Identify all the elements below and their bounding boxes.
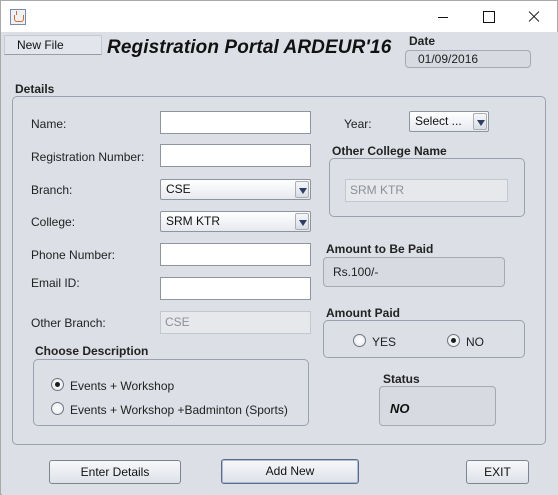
option-events-workshop-badminton-radio[interactable] [51,402,64,415]
regno-field[interactable] [160,144,311,167]
college-select[interactable]: SRM KTR [160,211,311,232]
page-title: Registration Portal ARDEUR'16 [107,37,392,58]
choose-description-label: Choose Description [35,344,149,358]
amount-paid-no-label[interactable]: NO [466,335,484,349]
amount-paid-yes-radio[interactable] [353,334,366,347]
minimize-icon[interactable] [421,1,465,32]
branch-select-value: CSE [166,182,191,196]
other-college-field: SRM KTR [345,179,508,202]
year-label: Year: [344,117,372,131]
college-label: College: [31,215,76,229]
date-label: Date [409,34,436,48]
status-value: NO [390,401,410,416]
new-file-menu[interactable]: New File [4,35,102,55]
status-label: Status [383,372,420,386]
amount-paid-yes-label[interactable]: YES [372,335,396,349]
option-events-workshop-label[interactable]: Events + Workshop [70,379,174,393]
chevron-down-icon[interactable] [295,181,309,198]
phone-label: Phone Number: [31,248,116,262]
title-bar [1,1,557,32]
chevron-down-icon[interactable] [295,213,309,230]
chevron-down-icon[interactable] [473,113,487,130]
amount-paid-no-radio[interactable] [447,334,460,347]
branch-select[interactable]: CSE [160,179,311,200]
phone-field[interactable] [160,243,311,266]
branch-label: Branch: [31,183,73,197]
amount-due-label: Amount to Be Paid [326,242,434,256]
java-app-icon [10,9,26,25]
name-label: Name: [31,117,67,131]
amount-paid-label: Amount Paid [326,306,400,320]
option-events-workshop-badminton-label[interactable]: Events + Workshop +Badminton (Sports) [70,403,288,417]
other-branch-field: CSE [160,311,311,334]
amount-due-value: Rs.100/- [323,257,505,287]
date-value: 01/09/2016 [405,50,531,68]
email-field[interactable] [160,277,311,300]
exit-button[interactable]: EXIT [466,460,529,484]
other-branch-label: Other Branch: [31,316,106,330]
college-select-value: SRM KTR [166,214,220,228]
option-events-workshop-radio[interactable] [51,378,64,391]
email-label: Email ID: [31,276,80,290]
add-new-button[interactable]: Add New [221,459,359,484]
year-select[interactable]: Select ... [409,111,489,132]
year-select-value: Select ... [415,114,462,128]
name-field[interactable] [160,111,311,134]
maximize-icon[interactable] [466,1,510,32]
other-college-label: Other College Name [332,144,447,158]
details-label: Details [15,82,55,96]
regno-label: Registration Number: [31,150,145,164]
enter-details-button[interactable]: Enter Details [49,460,181,484]
close-icon[interactable] [512,1,556,32]
